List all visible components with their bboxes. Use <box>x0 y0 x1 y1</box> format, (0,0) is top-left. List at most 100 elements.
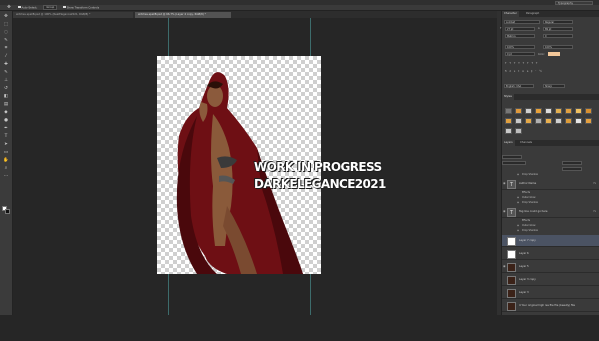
style-swatch[interactable] <box>585 108 592 114</box>
eye-icon[interactable]: ◉ <box>517 201 519 204</box>
history-brush-tool-icon[interactable]: ↺ <box>3 86 9 91</box>
vertical-scale-field[interactable]: 100% <box>505 45 535 49</box>
layer-thumbnail <box>507 249 516 259</box>
workspace-select[interactable]: Typography <box>555 0 593 5</box>
layer-effect-row[interactable]: ◉ Drop Shadow <box>502 228 599 233</box>
gradient-tool-icon[interactable]: ▤ <box>3 102 9 107</box>
style-swatch[interactable] <box>525 108 532 114</box>
style-swatch[interactable] <box>515 128 522 134</box>
style-swatch[interactable] <box>585 118 592 124</box>
more-tools-icon[interactable]: ⋯ <box>3 174 9 179</box>
opentype-buttons[interactable]: ﬁσstAaǂ¹½ <box>505 70 545 73</box>
eye-icon[interactable]: ◉ <box>517 196 519 199</box>
type-style-buttons[interactable]: TTTTTTTT <box>505 62 540 65</box>
zoom-tool-icon[interactable]: ⌕ <box>3 166 9 171</box>
lasso-tool-icon[interactable]: ◌ <box>3 30 9 35</box>
language-select[interactable]: English: USA <box>504 84 534 88</box>
path-select-tool-icon[interactable]: ➤ <box>3 142 9 147</box>
layer-name[interactable]: Author Name <box>519 182 536 185</box>
healing-brush-tool-icon[interactable]: ✚ <box>3 62 9 67</box>
eye-icon[interactable]: ◉ <box>517 173 519 176</box>
style-swatch[interactable] <box>575 108 582 114</box>
kerning-field[interactable]: Metrics <box>505 34 535 38</box>
style-swatch[interactable] <box>515 118 522 124</box>
layer-row[interactable]: Layer 3 <box>502 287 599 299</box>
style-swatch[interactable] <box>505 108 512 114</box>
style-swatch[interactable] <box>555 118 562 124</box>
tab-paragraph[interactable]: Paragraph <box>524 11 541 17</box>
fx-icon[interactable]: fx <box>594 182 596 185</box>
style-swatch[interactable] <box>535 108 542 114</box>
layer-name[interactable]: Tag line could go here <box>519 210 547 213</box>
style-swatch[interactable] <box>565 108 572 114</box>
show-transform-controls-checkbox[interactable]: Show Transform Controls <box>63 6 99 9</box>
style-swatch[interactable] <box>545 118 552 124</box>
font-style-select[interactable]: Regular <box>543 20 573 24</box>
eye-icon[interactable]: ◉ <box>503 265 506 268</box>
text-color-swatch[interactable] <box>548 52 560 56</box>
move-tool-icon[interactable]: ✥ <box>3 14 9 19</box>
layer-row[interactable]: 4 Your original high res file file (beau… <box>502 300 599 312</box>
quick-select-tool-icon[interactable]: ✎ <box>3 38 9 43</box>
tab-character[interactable]: Character <box>502 11 519 17</box>
crop-tool-icon[interactable]: ⌗ <box>3 46 9 51</box>
eye-icon[interactable]: ◉ <box>517 229 519 232</box>
style-swatch[interactable] <box>505 128 512 134</box>
style-swatch[interactable] <box>525 118 532 124</box>
style-swatch[interactable] <box>555 108 562 114</box>
eye-icon[interactable]: ◉ <box>517 224 519 227</box>
brush-tool-icon[interactable]: ✎ <box>3 70 9 75</box>
fx-icon[interactable]: fx <box>594 210 596 213</box>
hand-tool-icon[interactable]: ✋ <box>3 158 9 163</box>
pen-tool-icon[interactable]: ✒ <box>3 126 9 131</box>
font-size-field[interactable]: 27 pt <box>505 27 535 31</box>
layer-row[interactable]: Layer 6 <box>502 248 599 260</box>
layer-name[interactable]: Layer 5 <box>519 265 529 268</box>
clone-stamp-tool-icon[interactable]: ⊥ <box>3 78 9 83</box>
eyedropper-tool-icon[interactable]: ⁄ <box>3 54 9 59</box>
type-tool-icon[interactable]: T <box>3 134 9 139</box>
baseline-shift-field[interactable]: 0 pt <box>505 52 535 56</box>
style-swatch[interactable] <box>515 108 522 114</box>
tracking-field[interactable]: 0 <box>543 34 573 38</box>
auto-select-dropdown[interactable]: Group <box>43 5 58 10</box>
layer-name[interactable]: Layer 6 <box>519 252 529 255</box>
layer-effect-row[interactable]: ◉ Drop Shadow <box>502 200 599 205</box>
layer-row[interactable]: ◉ Layer 5 <box>502 261 599 273</box>
style-swatch[interactable] <box>545 108 552 114</box>
eye-icon[interactable]: ◉ <box>503 210 506 213</box>
eye-icon[interactable]: ◉ <box>503 182 506 185</box>
layer-name[interactable]: Layer 3 <box>519 291 529 294</box>
auto-select-checkbox[interactable]: Auto-Select: <box>18 6 38 9</box>
style-swatch[interactable] <box>565 118 572 124</box>
tab-layers[interactable]: Layers <box>502 140 515 146</box>
antialias-select[interactable]: Sharp <box>543 84 565 88</box>
eraser-tool-icon[interactable]: ◧ <box>3 94 9 99</box>
layer-name[interactable]: 4 Your original high res file file (beau… <box>519 304 575 307</box>
background-color-swatch[interactable] <box>5 209 10 214</box>
blur-tool-icon[interactable]: ◆ <box>3 110 9 115</box>
style-swatch[interactable] <box>535 118 542 124</box>
style-swatch[interactable] <box>575 118 582 124</box>
move-tool-icon[interactable]: ✥ <box>6 5 12 10</box>
leading-field[interactable]: 89 pt <box>543 27 573 31</box>
dodge-tool-icon[interactable]: ● <box>3 118 9 123</box>
tab-styles[interactable]: Styles <box>502 94 514 100</box>
layer-row[interactable]: ◉ T Author Name fx <box>502 178 599 190</box>
layer-row[interactable]: Layer 3 copy <box>502 274 599 286</box>
layer-row-selected[interactable]: Layer 7 copy <box>502 235 599 247</box>
layer-effect-row[interactable]: ◉ Drop Shadow <box>502 172 599 177</box>
font-family-select[interactable]: Lombat <box>504 20 540 24</box>
opacity-field[interactable] <box>562 161 582 165</box>
horizontal-scale-field[interactable]: 100% <box>543 45 573 49</box>
blend-mode-select[interactable] <box>502 161 526 165</box>
layer-row[interactable]: ◉ T Tag line could go here fx <box>502 206 599 218</box>
layer-name[interactable]: Layer 3 copy <box>519 278 536 281</box>
marquee-tool-icon[interactable]: ⬚ <box>3 22 9 27</box>
layer-name[interactable]: Layer 7 copy <box>519 239 536 242</box>
layer-filter-select[interactable] <box>502 155 522 159</box>
tab-channels[interactable]: Channels <box>518 140 534 146</box>
style-swatch[interactable] <box>505 118 512 124</box>
shape-tool-icon[interactable]: ▭ <box>3 150 9 155</box>
fill-field[interactable] <box>562 167 582 171</box>
